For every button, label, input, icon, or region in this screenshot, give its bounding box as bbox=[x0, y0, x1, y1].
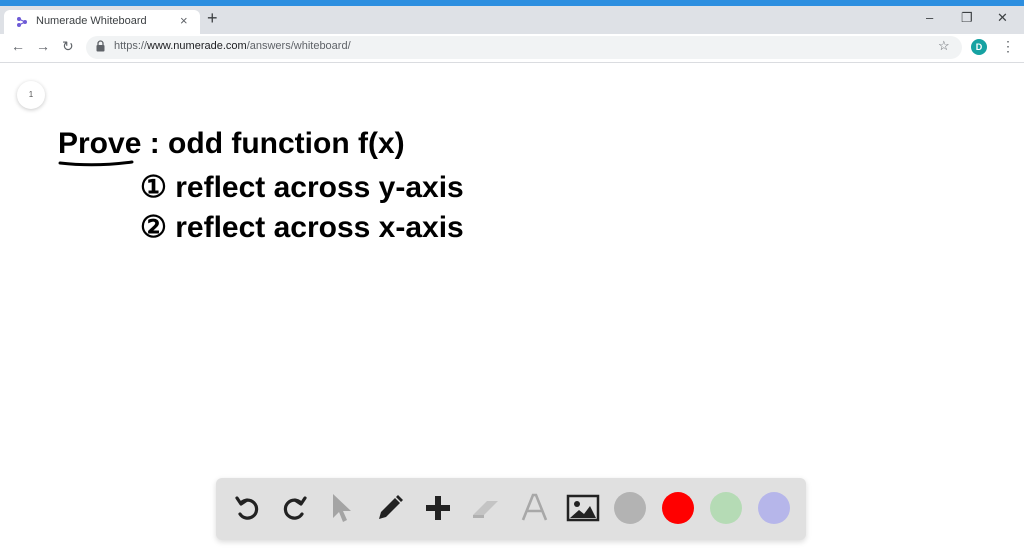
forward-icon[interactable]: → bbox=[36, 38, 50, 54]
minimize-icon[interactable]: – bbox=[926, 10, 933, 25]
image-icon[interactable] bbox=[566, 491, 600, 525]
browser-menu-icon[interactable]: ⋮ bbox=[1001, 38, 1015, 55]
bookmark-star-icon[interactable]: ☆ bbox=[938, 38, 950, 54]
lock-icon bbox=[96, 40, 105, 52]
color-swatch-gray[interactable] bbox=[614, 492, 646, 524]
address-bar[interactable]: https://www.numerade.com/answers/whitebo… bbox=[86, 36, 962, 59]
back-icon[interactable]: ← bbox=[11, 38, 25, 54]
tab-close-icon[interactable]: × bbox=[180, 13, 188, 28]
handwriting-line-2: ① reflect across y-axis bbox=[140, 171, 464, 204]
text-icon[interactable] bbox=[517, 491, 551, 525]
handwriting-line-3: ② reflect across x-axis bbox=[140, 211, 464, 244]
redo-icon[interactable] bbox=[278, 491, 312, 525]
close-window-icon[interactable]: ✕ bbox=[997, 10, 1008, 26]
color-swatch-purple[interactable] bbox=[758, 492, 790, 524]
tab-title: Numerade Whiteboard bbox=[36, 15, 147, 27]
whiteboard-toolbar bbox=[216, 478, 806, 540]
eraser-icon[interactable] bbox=[469, 491, 503, 525]
url-text: https://www.numerade.com/answers/whitebo… bbox=[114, 40, 351, 52]
select-icon[interactable] bbox=[325, 491, 359, 525]
whiteboard-canvas[interactable]: Prove : odd function f(x) ① reflect acro… bbox=[0, 63, 1024, 548]
add-icon[interactable] bbox=[421, 491, 455, 525]
color-swatch-green[interactable] bbox=[710, 492, 742, 524]
svg-text:② reflect across x-axis: ② reflect across x-axis bbox=[140, 211, 464, 244]
handwriting-line-1: Prove : odd function f(x) bbox=[58, 127, 405, 160]
numerade-favicon-icon bbox=[17, 17, 27, 27]
reload-icon[interactable]: ↻ bbox=[62, 38, 74, 55]
color-swatch-red[interactable] bbox=[662, 492, 694, 524]
tab-numerade-whiteboard[interactable]: Numerade Whiteboard × bbox=[4, 10, 200, 34]
profile-avatar[interactable]: D bbox=[971, 39, 987, 55]
new-tab-button[interactable]: + bbox=[207, 8, 218, 29]
svg-text:Prove : odd function f(x): Prove : odd function f(x) bbox=[58, 127, 405, 160]
undo-icon[interactable] bbox=[230, 491, 264, 525]
pencil-icon[interactable] bbox=[373, 491, 407, 525]
browser-toolbar: ← → ↻ https://www.numerade.com/answers/w… bbox=[0, 34, 1024, 63]
tab-bar: Numerade Whiteboard × + – ❐ ✕ bbox=[0, 6, 1024, 34]
restore-icon[interactable]: ❐ bbox=[961, 10, 973, 26]
svg-text:① reflect across y-axis: ① reflect across y-axis bbox=[140, 171, 464, 204]
underline-stroke bbox=[58, 160, 134, 167]
